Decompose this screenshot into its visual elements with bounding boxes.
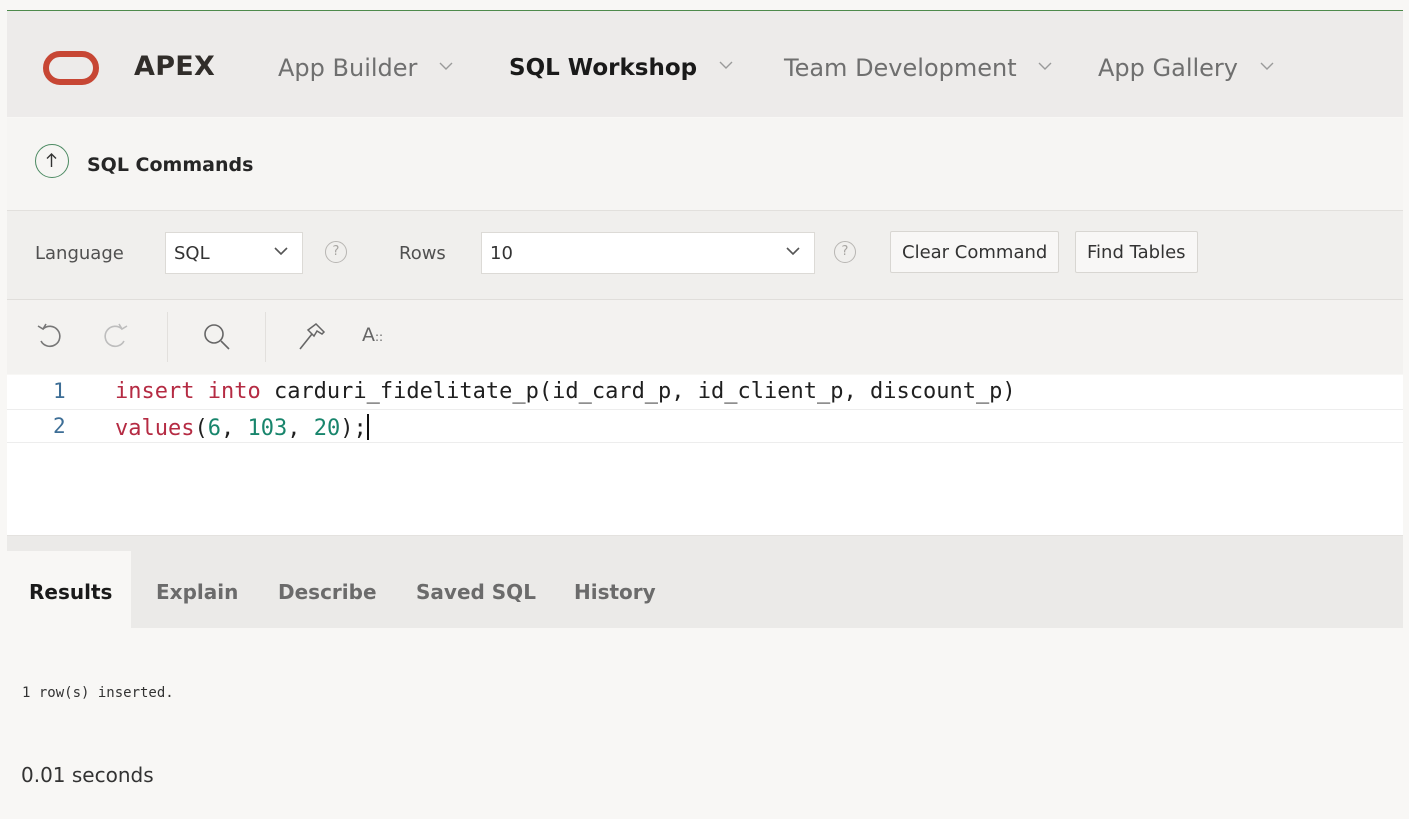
editor-line-current: 2 values(6, 103, 20); (7, 409, 1403, 443)
sql-punctuation: , (287, 416, 314, 441)
tab-results-label: Results (29, 580, 113, 604)
tab-results[interactable]: Results (7, 551, 131, 628)
language-help-icon[interactable]: ? (325, 241, 347, 263)
nav-sql-workshop[interactable]: SQL Workshop (509, 55, 733, 81)
chevron-down-icon (1260, 62, 1274, 70)
undo-icon[interactable] (34, 320, 66, 352)
chevron-down-icon (439, 62, 453, 70)
command-settings-bar: Language SQL ? Rows 10 ? Clear Command F… (7, 211, 1403, 300)
toolbar-divider (265, 312, 266, 362)
editor-line: 1 insert into carduri_fidelitate_p(id_ca… (7, 375, 1403, 409)
top-navigation-bar: APEX App Builder SQL Workshop Team Devel… (7, 11, 1403, 117)
page-title: SQL Commands (87, 154, 254, 176)
code-text: insert into carduri_fidelitate_p(id_card… (115, 379, 1016, 404)
editor-toolbar: A:: (7, 300, 1403, 374)
language-select-value: SQL (174, 243, 210, 264)
oracle-logo-icon[interactable] (43, 51, 99, 85)
font-size-glyph: A (362, 324, 375, 346)
font-size-icon[interactable]: A:: (362, 324, 383, 346)
nav-team-development[interactable]: Team Development (784, 54, 1052, 82)
rows-select-value: 10 (490, 243, 513, 264)
tab-explain[interactable]: Explain (156, 580, 238, 604)
language-label: Language (35, 243, 124, 264)
language-select[interactable]: SQL (165, 232, 303, 274)
rows-label: Rows (399, 243, 446, 264)
code-text: values(6, 103, 20); (115, 414, 369, 441)
toolbar-divider (167, 312, 168, 362)
result-tabs: Results Explain Describe Saved SQL Histo… (7, 536, 1403, 628)
text-cursor (366, 414, 369, 440)
sql-number: 6 (207, 416, 221, 441)
rows-select[interactable]: 10 (481, 232, 815, 274)
sql-keyword: insert into (115, 379, 261, 404)
sql-punctuation: ( (194, 416, 208, 441)
tab-history[interactable]: History (574, 580, 656, 604)
line-number: 1 (53, 379, 66, 403)
search-icon[interactable] (200, 320, 234, 354)
redo-icon[interactable] (99, 320, 131, 352)
nav-team-development-label: Team Development (784, 54, 1017, 82)
sql-number: 103 (247, 416, 288, 441)
sql-editor[interactable]: 1 insert into carduri_fidelitate_p(id_ca… (7, 375, 1403, 536)
sql-number: 20 (313, 416, 341, 441)
clear-command-button[interactable]: Clear Command (890, 231, 1060, 273)
apex-window: APEX App Builder SQL Workshop Team Devel… (7, 10, 1403, 819)
apex-brand[interactable]: APEX (134, 51, 215, 82)
sql-punctuation: ); (340, 416, 367, 441)
find-tables-button[interactable]: Find Tables (1075, 231, 1198, 273)
tab-saved-sql[interactable]: Saved SQL (416, 580, 536, 604)
nav-app-builder-label: App Builder (278, 54, 418, 82)
arrow-up-icon (46, 153, 57, 167)
result-message: 1 row(s) inserted. (22, 685, 174, 701)
hammer-icon[interactable] (295, 320, 329, 354)
line-number: 2 (53, 414, 66, 438)
chevron-down-icon (1038, 62, 1052, 70)
nav-app-builder[interactable]: App Builder (278, 54, 453, 82)
nav-app-gallery-label: App Gallery (1098, 54, 1238, 82)
chevron-down-icon (786, 247, 800, 256)
sql-punctuation: , (220, 416, 248, 441)
sql-keyword: values (115, 416, 195, 441)
font-size-suffix: :: (375, 330, 384, 344)
nav-sql-workshop-label: SQL Workshop (509, 55, 698, 81)
tab-describe[interactable]: Describe (278, 580, 377, 604)
sql-text: carduri_fidelitate_p(id_card_p, id_clien… (260, 379, 1016, 404)
page-title-bar: SQL Commands (7, 118, 1403, 211)
navigate-up-button[interactable] (35, 144, 69, 178)
elapsed-time: 0.01 seconds (21, 763, 154, 787)
chevron-down-icon (719, 61, 733, 69)
nav-app-gallery[interactable]: App Gallery (1098, 54, 1274, 82)
chevron-down-icon (274, 247, 288, 256)
rows-help-icon[interactable]: ? (834, 241, 856, 263)
